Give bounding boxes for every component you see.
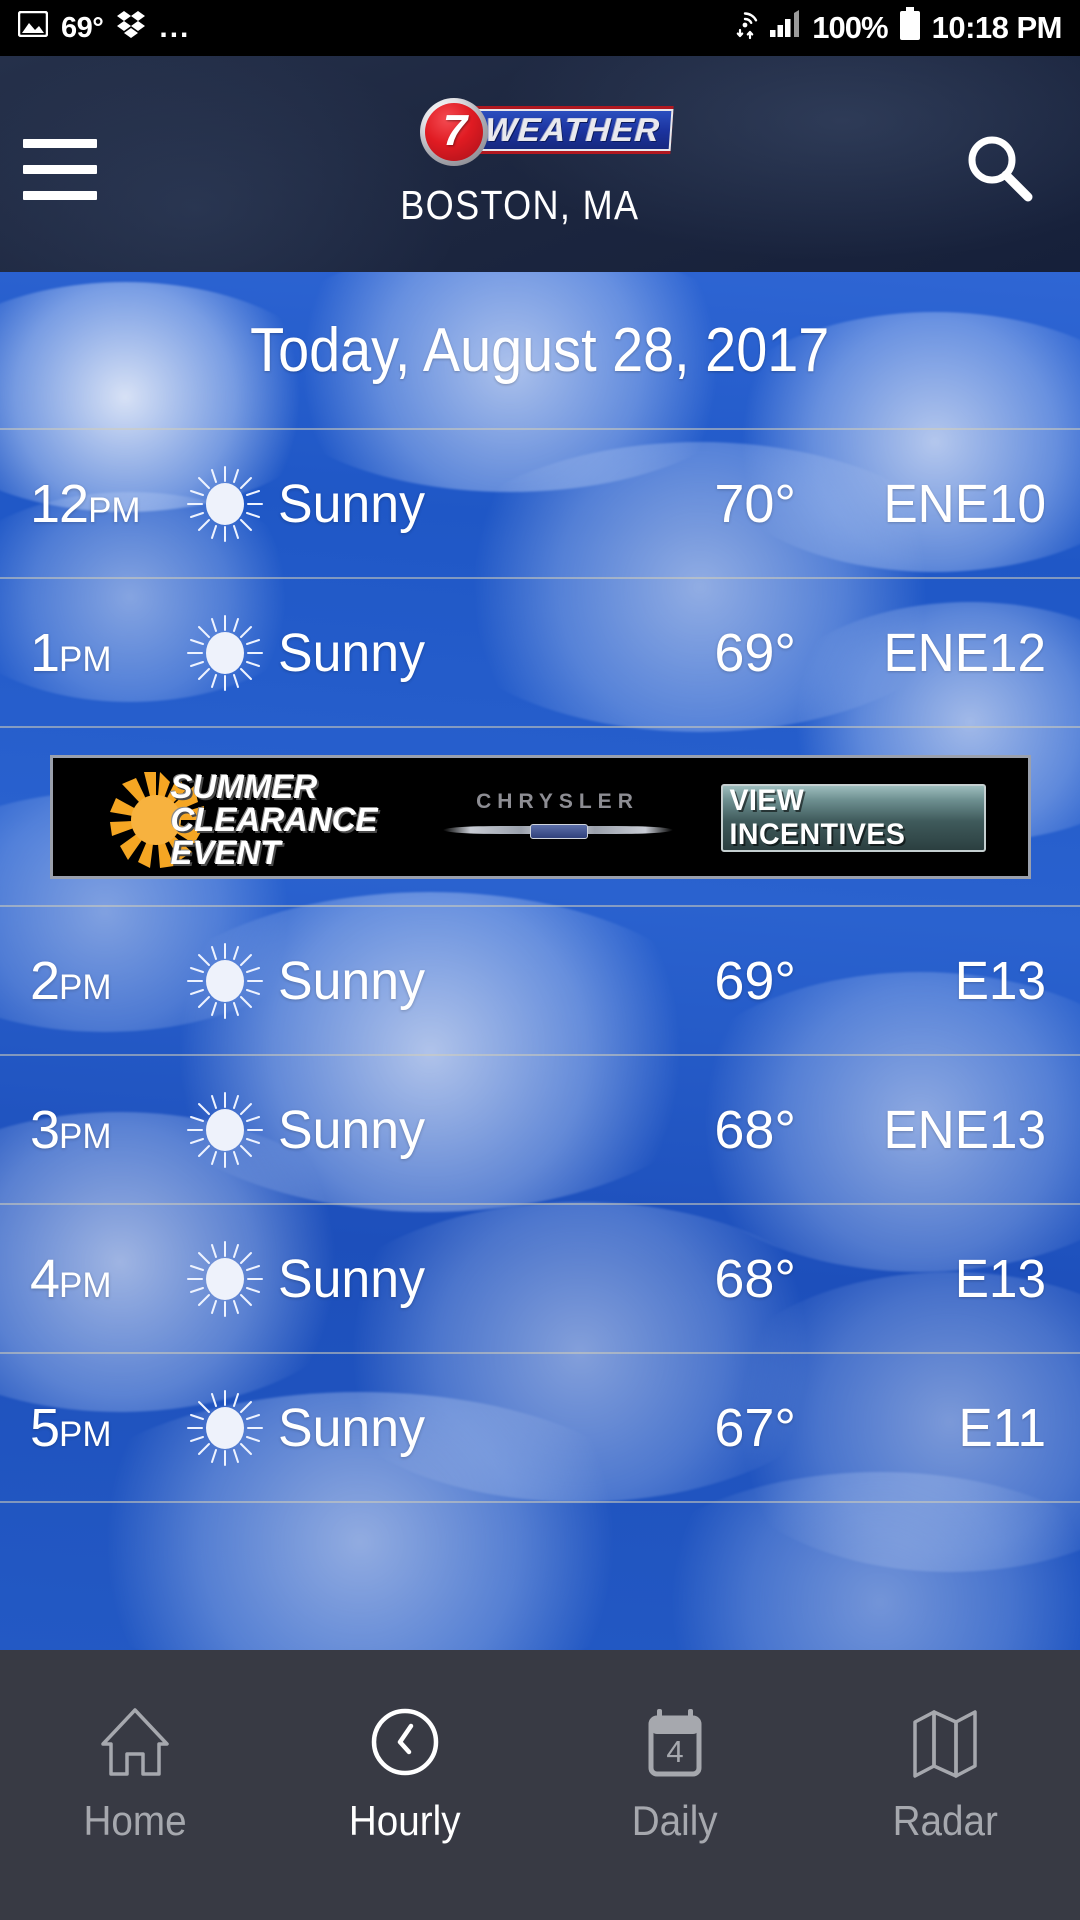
- table-row[interactable]: 5PM Sunny 67° E11: [0, 1354, 1080, 1503]
- row-hour: 3: [30, 1099, 60, 1160]
- row-meridiem: PM: [59, 1116, 112, 1156]
- hamburger-menu-icon[interactable]: [0, 56, 120, 272]
- nav-label-radar: Radar: [892, 1797, 998, 1844]
- row-wind: E11: [958, 1397, 1046, 1458]
- row-time: 5PM: [30, 1397, 178, 1459]
- ad-headline-line: EVENT: [170, 833, 281, 871]
- row-temperature: 70°: [714, 473, 796, 534]
- row-temperature: 68°: [714, 1248, 796, 1309]
- row-hour: 1: [30, 622, 60, 683]
- seven-weather-logo: WEATHER 7: [360, 98, 680, 166]
- table-row[interactable]: 2PM Sunny 69° E13: [0, 907, 1080, 1056]
- row-time: 3PM: [30, 1099, 178, 1161]
- hamburger-bar: [23, 164, 97, 174]
- row-hour: 4: [30, 1248, 60, 1309]
- logo-seven-badge: 7: [420, 98, 488, 166]
- row-meridiem: PM: [88, 490, 141, 530]
- bottom-navigation: Home Hourly 4 Daily Radar: [0, 1650, 1080, 1920]
- row-hour: 5: [30, 1397, 60, 1458]
- status-overflow: ...: [159, 11, 191, 44]
- date-header: Today, August 28, 2017: [0, 272, 1080, 430]
- view-incentives-button[interactable]: VIEW INCENTIVES: [720, 783, 986, 852]
- map-icon: [907, 1703, 983, 1781]
- table-row[interactable]: 1PM Sunny 69° ENE12: [0, 579, 1080, 728]
- hamburger-bar: [23, 190, 97, 200]
- sun-icon: [178, 613, 272, 693]
- dropbox-icon: [116, 9, 146, 47]
- row-wind: ENE10: [883, 473, 1046, 534]
- status-temperature: 69°: [61, 11, 104, 44]
- view-incentives-label: VIEW INCENTIVES: [729, 783, 905, 851]
- row-condition: Sunny: [278, 950, 425, 1011]
- row-temperature: 69°: [714, 622, 796, 683]
- row-hour: 2: [30, 950, 60, 1011]
- row-wind: ENE13: [883, 1099, 1046, 1160]
- row-time: 12PM: [30, 473, 178, 535]
- ad-banner[interactable]: SUMMER CLEARANCE EVENT CHRYSLER VIEW INC…: [49, 754, 1031, 879]
- nav-label-hourly: Hourly: [349, 1797, 461, 1844]
- row-meridiem: PM: [59, 1414, 112, 1454]
- row-time: 1PM: [30, 622, 178, 684]
- logo-seven-number: 7: [442, 106, 468, 155]
- row-wind: E13: [954, 1248, 1046, 1309]
- header-center: WEATHER 7 BOSTON, MA: [120, 56, 920, 229]
- ad-headline: SUMMER CLEARANCE EVENT: [171, 770, 378, 869]
- logo-word: WEATHER: [484, 111, 662, 148]
- row-wind: E13: [954, 950, 1046, 1011]
- row-condition: Sunny: [278, 473, 425, 534]
- chrysler-wings-icon: CHRYSLER: [442, 789, 673, 843]
- battery-icon: [899, 7, 921, 49]
- app-header: WEATHER 7 BOSTON, MA: [0, 56, 1080, 272]
- hourly-forecast-list: Today, August 28, 2017 12PM Sunny 70° EN…: [0, 272, 1080, 1650]
- ad-brand-word: CHRYSLER: [476, 789, 639, 813]
- wifi-icon: [732, 8, 758, 48]
- sun-icon: [178, 464, 272, 544]
- row-temperature: 67°: [714, 1397, 796, 1458]
- location-label[interactable]: BOSTON, MA: [400, 182, 639, 229]
- sun-icon: [178, 941, 272, 1021]
- row-temperature: 69°: [714, 950, 796, 1011]
- nav-item-daily[interactable]: 4 Daily: [540, 1650, 810, 1920]
- battery-percent: 100%: [812, 10, 888, 45]
- nav-label-daily: Daily: [632, 1797, 718, 1844]
- row-condition: Sunny: [278, 1099, 425, 1160]
- ad-headline-line: SUMMER: [170, 767, 318, 805]
- nav-item-hourly[interactable]: Hourly: [270, 1650, 540, 1920]
- table-row[interactable]: 12PM Sunny 70° ENE10: [0, 430, 1080, 579]
- nav-item-radar[interactable]: Radar: [810, 1650, 1080, 1920]
- row-temperature: 68°: [714, 1099, 796, 1160]
- cellular-signal-icon: [769, 10, 801, 46]
- nav-label-home: Home: [83, 1797, 187, 1844]
- image-icon: [17, 10, 49, 45]
- home-icon: [97, 1703, 173, 1781]
- ad-headline-line: CLEARANCE: [170, 800, 378, 838]
- table-row[interactable]: 3PM Sunny 68° ENE13: [0, 1056, 1080, 1205]
- chrysler-wings-shape: [442, 817, 673, 843]
- row-meridiem: PM: [59, 639, 112, 679]
- table-row[interactable]: 4PM Sunny 68° E13: [0, 1205, 1080, 1354]
- sun-icon: [178, 1090, 272, 1170]
- advertisement-row[interactable]: SUMMER CLEARANCE EVENT CHRYSLER VIEW INC…: [0, 728, 1080, 907]
- nav-item-home[interactable]: Home: [0, 1650, 270, 1920]
- sun-icon: [178, 1239, 272, 1319]
- status-clock: 10:18 PM: [931, 10, 1063, 45]
- row-condition: Sunny: [278, 622, 425, 683]
- calendar-badge-number: 4: [666, 1734, 683, 1769]
- row-meridiem: PM: [59, 1265, 112, 1305]
- sun-icon: [178, 1388, 272, 1468]
- status-bar: 69° ... 100% 10:18 PM: [0, 0, 1080, 56]
- date-header-text: Today, August 28, 2017: [250, 315, 830, 385]
- search-icon[interactable]: [920, 56, 1080, 272]
- row-meridiem: PM: [59, 967, 112, 1007]
- row-condition: Sunny: [278, 1248, 425, 1309]
- hamburger-bar: [23, 138, 97, 148]
- row-time: 2PM: [30, 950, 178, 1012]
- calendar-icon: 4: [637, 1703, 713, 1781]
- row-condition: Sunny: [278, 1397, 425, 1458]
- row-time: 4PM: [30, 1248, 178, 1310]
- clock-icon: [367, 1703, 443, 1781]
- row-wind: ENE12: [883, 622, 1046, 683]
- row-hour: 12: [30, 473, 89, 534]
